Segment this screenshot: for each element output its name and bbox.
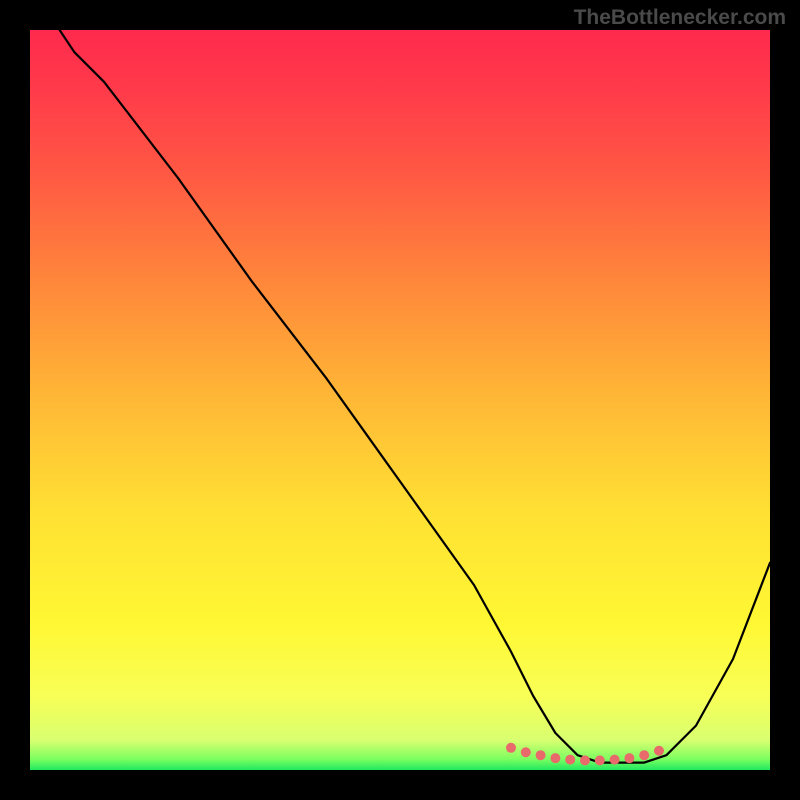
dot-marker xyxy=(580,755,590,765)
dot-marker xyxy=(624,753,634,763)
dot-marker xyxy=(595,755,605,765)
dot-marker xyxy=(639,750,649,760)
dot-marker xyxy=(536,750,546,760)
gradient-background xyxy=(30,30,770,770)
dot-marker xyxy=(521,747,531,757)
dot-marker xyxy=(506,743,516,753)
plot-area xyxy=(30,30,770,770)
dot-marker xyxy=(550,753,560,763)
dot-marker xyxy=(654,746,664,756)
dot-marker xyxy=(610,755,620,765)
chart-container: TheBottlenecker.com xyxy=(0,0,800,800)
chart-svg xyxy=(30,30,770,770)
watermark-text: TheBottlenecker.com xyxy=(574,6,786,30)
dot-marker xyxy=(565,755,575,765)
